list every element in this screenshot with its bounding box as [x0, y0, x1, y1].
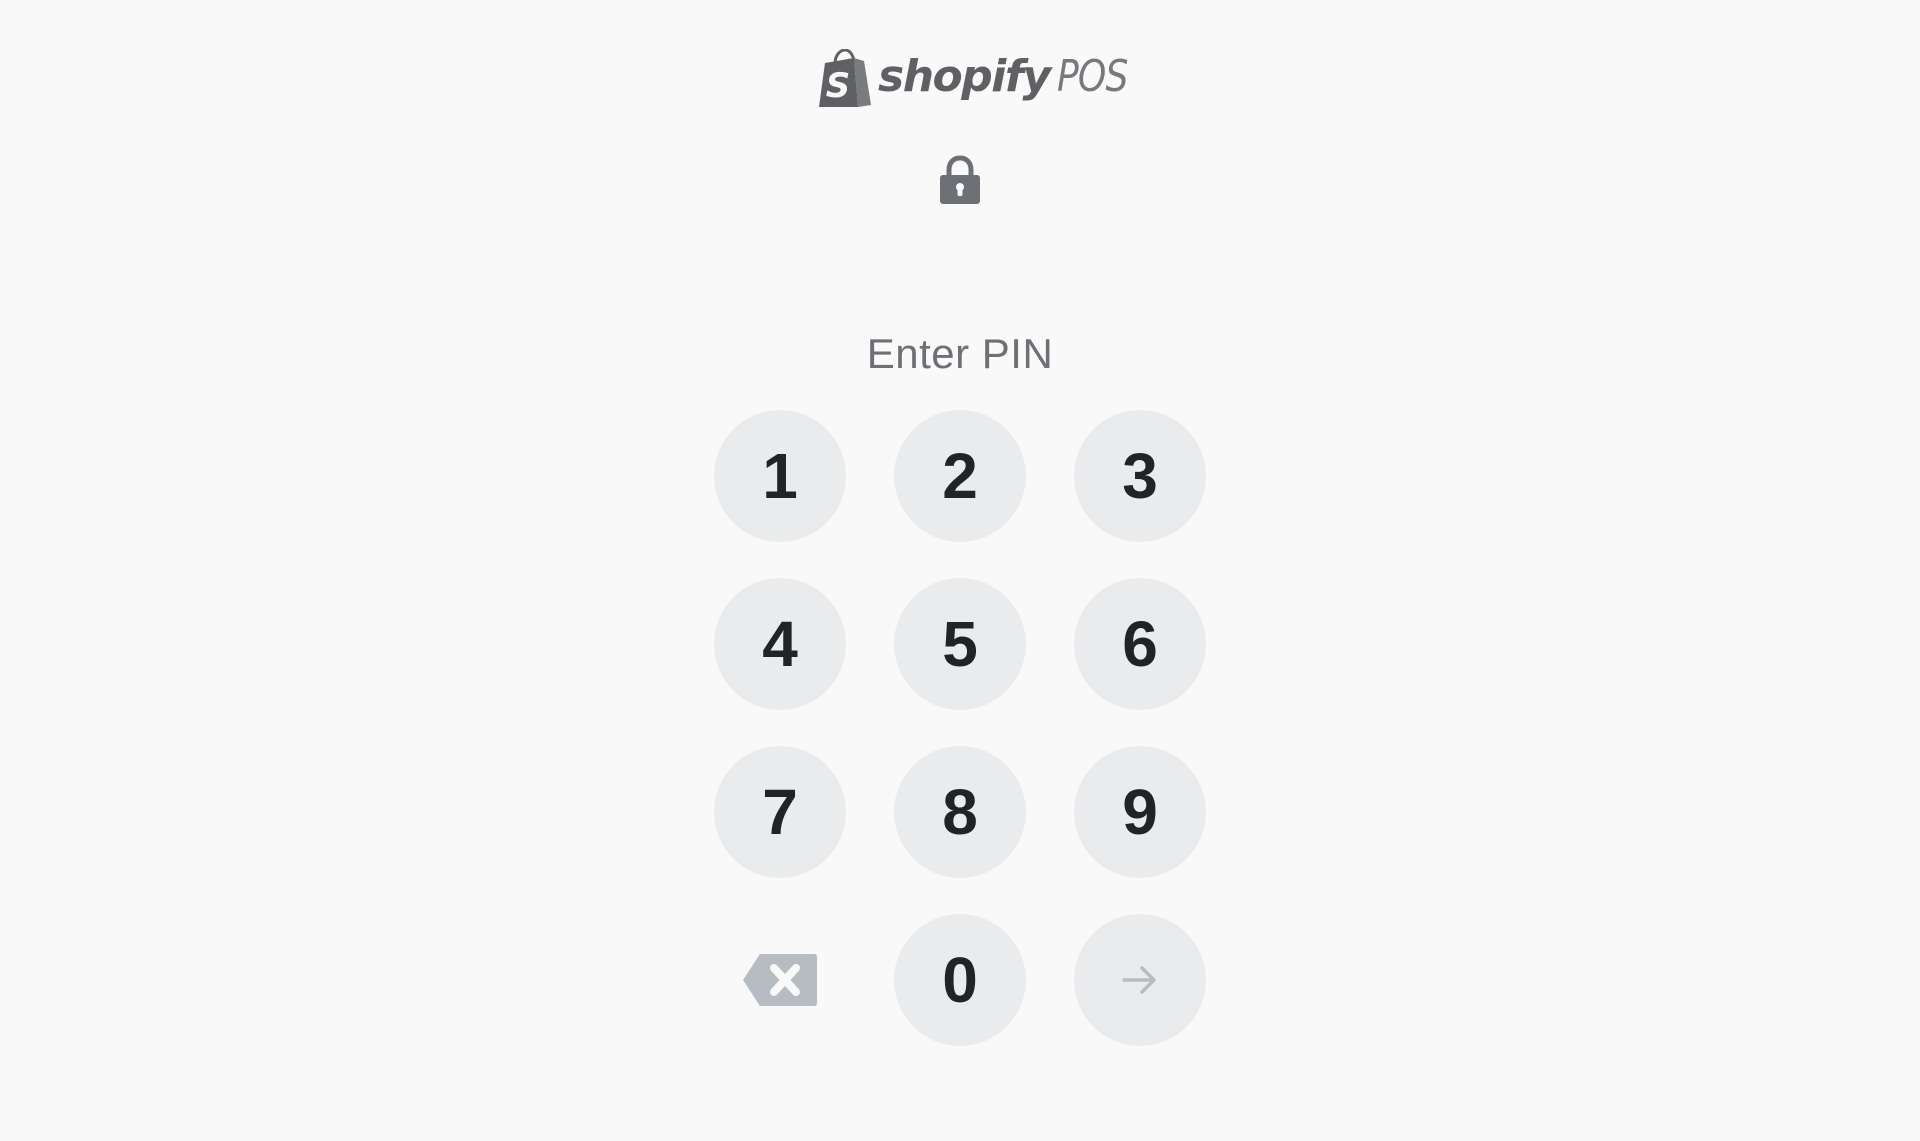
submit-button[interactable]	[1074, 914, 1206, 1046]
keypad-key-7[interactable]: 7	[714, 746, 846, 878]
keypad-key-6[interactable]: 6	[1074, 578, 1206, 710]
lock-icon	[940, 155, 980, 204]
logo-wordmark: shopify	[878, 51, 1051, 102]
shopping-bag-icon: S	[819, 49, 871, 107]
shopify-pos-logo: S shopify POS	[818, 48, 1128, 110]
keypad-key-8[interactable]: 8	[894, 746, 1026, 878]
keypad-key-2[interactable]: 2	[894, 410, 1026, 542]
keypad-key-0[interactable]: 0	[894, 914, 1026, 1046]
keypad-key-5[interactable]: 5	[894, 578, 1026, 710]
arrow-right-icon	[1122, 966, 1156, 994]
keypad-key-3[interactable]: 3	[1074, 410, 1206, 542]
keypad-key-4[interactable]: 4	[714, 578, 846, 710]
svg-text:S: S	[826, 66, 851, 106]
delete-button[interactable]	[740, 951, 820, 1009]
pin-lock-screen: S shopify POS Enter PIN 1 2 3 4 5 6 7 8 …	[0, 0, 1920, 1141]
logo-product-name: POS	[1056, 51, 1128, 102]
backspace-icon	[743, 954, 817, 1006]
keypad-key-9[interactable]: 9	[1074, 746, 1206, 878]
keypad-key-1[interactable]: 1	[714, 410, 846, 542]
enter-pin-label: Enter PIN	[866, 330, 1054, 377]
